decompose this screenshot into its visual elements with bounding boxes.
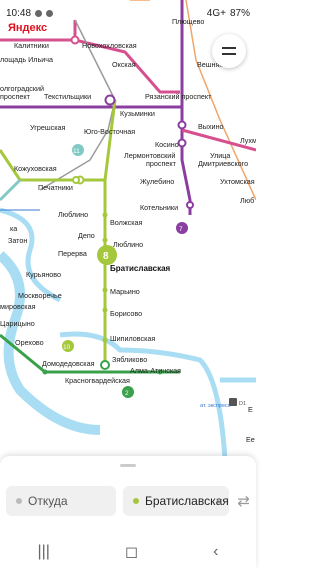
station-label: Затон xyxy=(8,236,27,245)
station-label: Люб xyxy=(240,196,254,205)
battery-level: 87% xyxy=(229,7,250,19)
clear-icon[interactable]: × xyxy=(215,494,223,509)
to-field[interactable]: Братиславская × xyxy=(123,486,229,516)
station-dot xyxy=(100,360,110,370)
light-blue-line xyxy=(59,331,228,461)
station-label: мировская xyxy=(0,302,36,311)
station-label: Дмитриевского xyxy=(198,159,248,168)
svg-text:D1: D1 xyxy=(239,401,246,407)
swap-icon[interactable]: ⇄ xyxy=(237,492,250,510)
yandex-logo: Яндекс xyxy=(8,22,48,34)
station-label: Ухтомская xyxy=(220,177,255,186)
station-label: Ее xyxy=(246,435,255,444)
network-icon: 4G+ xyxy=(206,7,226,19)
station-label: Алма-Атинская xyxy=(130,366,181,375)
station-label-selected: Братиславская xyxy=(110,264,171,273)
station-label: Лухм xyxy=(240,136,256,145)
station-label: Кожуховская xyxy=(14,164,57,173)
station-label: Рязанский проспект xyxy=(145,92,212,101)
hamburger-icon xyxy=(222,45,236,57)
to-bullet-icon xyxy=(133,498,139,504)
station-label: Перерва xyxy=(58,249,87,258)
station-label: Домодедовская xyxy=(42,359,95,368)
station-label: Печатники xyxy=(38,183,73,192)
station-label: Зябликово xyxy=(112,355,147,364)
station-label: Марьино xyxy=(110,287,140,296)
station-label: Шипиловская xyxy=(110,334,155,343)
station-label: Е xyxy=(248,405,253,414)
station-label: Косино xyxy=(155,140,179,149)
station-label: Царицыно xyxy=(0,319,35,328)
from-bullet-icon xyxy=(16,498,22,504)
metro-map[interactable]: 8 11 7 10 2 Калитники Новохохловская лощ… xyxy=(0,0,256,462)
back-icon[interactable]: ‹ xyxy=(213,543,218,561)
metro-scheme[interactable]: 8 11 7 10 2 Калитники Новохохловская лощ… xyxy=(0,0,256,462)
svg-text:ат. экспресс: ат. экспресс xyxy=(200,403,231,409)
svg-text:11: 11 xyxy=(73,148,80,155)
station-label: Москворечье xyxy=(18,291,62,300)
station-label: лощадь Ильича xyxy=(0,55,53,64)
recent-apps-icon[interactable]: ||| xyxy=(37,543,49,561)
station-label: Борисово xyxy=(110,309,142,318)
station-label: Угрешская xyxy=(30,123,66,132)
station-label: Текстильщики xyxy=(44,92,91,101)
line-badge-label: 8 xyxy=(103,251,109,262)
system-navbar: ||| ◻ ‹ xyxy=(0,535,256,569)
station-dot xyxy=(186,201,194,209)
station-label: проспект xyxy=(146,159,177,168)
station-label: Курьяново xyxy=(26,270,61,279)
menu-button[interactable] xyxy=(212,34,246,68)
station-label: Красногвардейская xyxy=(65,376,130,385)
svg-text:10: 10 xyxy=(63,344,71,351)
station-label: Волжская xyxy=(110,218,143,227)
svg-text:2: 2 xyxy=(125,390,129,397)
station-label: Кузьминки xyxy=(120,109,155,118)
d1-badge-icon xyxy=(229,398,237,406)
station-label: Орехово xyxy=(15,338,44,347)
station-label: ка xyxy=(10,224,17,233)
notification-icon xyxy=(35,9,43,17)
station-dot xyxy=(177,138,187,148)
station-label: Депо xyxy=(78,231,95,240)
station-label: Люблино xyxy=(58,210,88,219)
station-dot xyxy=(104,94,116,106)
station-dot xyxy=(177,120,187,130)
station-label: Котельники xyxy=(140,203,178,212)
station-label: Окская xyxy=(112,60,136,69)
from-placeholder: Откуда xyxy=(28,494,68,508)
from-field[interactable]: Откуда xyxy=(6,486,116,516)
station-dot xyxy=(70,35,80,45)
station-label: Выхино xyxy=(198,122,224,131)
home-icon[interactable]: ◻ xyxy=(125,542,138,562)
station-label: Жулебино xyxy=(140,177,174,186)
notification-icon xyxy=(46,9,54,17)
status-time: 10:48 xyxy=(6,7,32,19)
station-label: Новохохловская xyxy=(82,41,137,50)
station-label: Калитники xyxy=(14,41,49,50)
station-label: Люблино xyxy=(113,240,143,249)
station-label: проспект xyxy=(0,92,31,101)
station-label: Юго-Восточная xyxy=(84,127,135,136)
sheet-handle[interactable] xyxy=(120,464,136,467)
svg-text:7: 7 xyxy=(179,226,183,233)
